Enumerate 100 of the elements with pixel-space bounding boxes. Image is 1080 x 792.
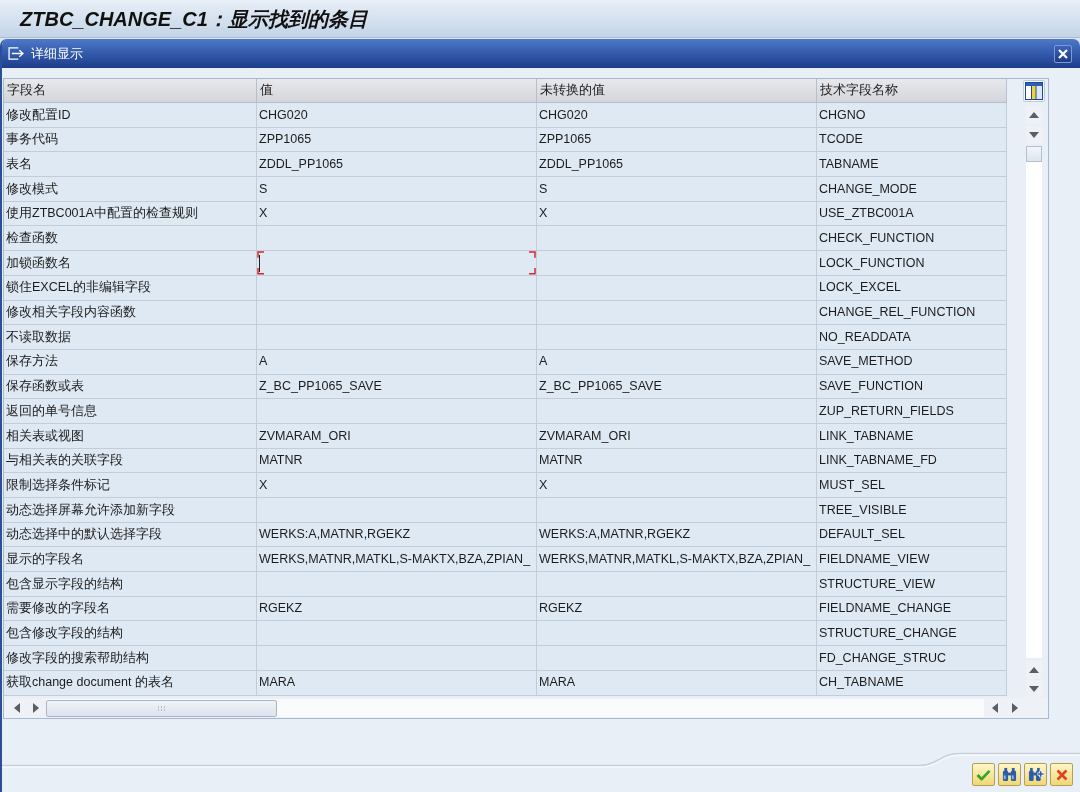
- table-cell: X: [537, 473, 817, 498]
- table-cell: TREE_VISIBLE: [817, 498, 1007, 523]
- table-cell: CHGNO: [817, 103, 1007, 128]
- table-cell: 修改字段的搜索帮助结构: [4, 646, 257, 671]
- table-cell: MUST_SEL: [817, 473, 1007, 498]
- table-cell: ZPP1065: [257, 127, 537, 153]
- column-header[interactable]: 技术字段名称: [817, 79, 1007, 103]
- table-cell: FIELDNAME_CHANGE: [817, 596, 1007, 622]
- table-cell: 限制选择条件标记: [4, 473, 257, 498]
- scrollbar-track[interactable]: [1026, 146, 1042, 658]
- table-cell: MARA: [537, 670, 817, 696]
- column-layout-button[interactable]: [1023, 80, 1045, 102]
- table-cell: NO_READDATA: [817, 325, 1007, 350]
- table-cell: ZPP1065: [537, 127, 817, 153]
- table-cell: STRUCTURE_VIEW: [817, 572, 1007, 597]
- table-cell: X: [537, 201, 817, 227]
- table-cell: DEFAULT_SEL: [817, 522, 1007, 548]
- table-cell: ZVMARAM_ORI: [257, 423, 537, 449]
- table-cell: 获取change document 的表名: [4, 670, 257, 696]
- table-cell: CHANGE_REL_FUNCTION: [817, 300, 1007, 326]
- table-cell: 相关表或视图: [4, 423, 257, 449]
- table-cell[interactable]: [257, 251, 537, 276]
- confirm-button[interactable]: [972, 763, 995, 786]
- close-button[interactable]: [1054, 44, 1072, 63]
- table-cell: MATNR: [257, 448, 537, 474]
- table-cell: ZDDL_PP1065: [537, 152, 817, 178]
- table-cell: TABNAME: [817, 152, 1007, 178]
- table-cell: 加锁函数名: [4, 251, 257, 276]
- table-cell: LINK_TABNAME_FD: [817, 448, 1007, 474]
- table-cell: SAVE_METHOD: [817, 349, 1007, 375]
- scrollbar-thumb[interactable]: [46, 699, 277, 717]
- columns-icon: [1025, 82, 1043, 100]
- table-cell: ZVMARAM_ORI: [537, 423, 817, 449]
- table-cell: 与相关表的关联字段: [4, 448, 257, 474]
- table-cell: USE_ZTBC001A: [817, 201, 1007, 227]
- table-cell: A: [257, 349, 537, 375]
- table-cell: LOCK_EXCEL: [817, 275, 1007, 301]
- column-header[interactable]: 字段名: [4, 79, 257, 103]
- scroll-down-button[interactable]: [1026, 680, 1042, 698]
- scroll-down-button[interactable]: [1026, 126, 1042, 144]
- table-cell: Z_BC_PP1065_SAVE: [537, 374, 817, 400]
- table-cell: 修改相关字段内容函数: [4, 300, 257, 326]
- find-next-button[interactable]: [1024, 763, 1047, 786]
- triangle-left-icon: [13, 703, 20, 713]
- table-cell: 事务代码: [4, 127, 257, 153]
- text-cursor: [259, 255, 260, 273]
- table-cell: MARA: [257, 670, 537, 696]
- table-cell: CHANGE_MODE: [817, 177, 1007, 202]
- table-cell: 修改模式: [4, 177, 257, 202]
- close-icon: [1055, 768, 1068, 781]
- check-icon: [976, 768, 991, 781]
- column-header[interactable]: 未转换的值: [537, 79, 817, 103]
- scrollbar-thumb[interactable]: [1026, 146, 1042, 162]
- table-cell: WERKS,MATNR,MATKL,S-MAKTX,BZA,ZPIAN_: [537, 547, 817, 573]
- table-cell: TCODE: [817, 127, 1007, 153]
- find-button[interactable]: [998, 763, 1021, 786]
- triangle-left-icon: [991, 703, 998, 713]
- triangle-down-icon: [1029, 686, 1039, 692]
- table-cell: STRUCTURE_CHANGE: [817, 621, 1007, 647]
- table-cell: FD_CHANGE_STRUC: [817, 646, 1007, 671]
- table-cell: 包含修改字段的结构: [4, 621, 257, 647]
- table-cell: ZDDL_PP1065: [257, 152, 537, 178]
- table-cell: Z_BC_PP1065_SAVE: [257, 374, 537, 400]
- cancel-button[interactable]: [1050, 763, 1073, 786]
- table-cell: 显示的字段名: [4, 547, 257, 573]
- scroll-up-button[interactable]: [1026, 106, 1042, 124]
- table-cell: WERKS:A,MATNR,RGEKZ: [537, 522, 817, 548]
- table-cell: 修改配置ID: [4, 103, 257, 128]
- table-cell: 保存方法: [4, 349, 257, 375]
- table-cell: CH_TABNAME: [817, 670, 1007, 696]
- column-header[interactable]: 值: [257, 79, 537, 103]
- table-cell: 动态选择屏幕允许添加新字段: [4, 498, 257, 523]
- window-title: ZTBC_CHANGE_C1：显示找到的条目: [20, 8, 368, 29]
- triangle-right-icon: [1011, 703, 1018, 713]
- table-cell: LINK_TABNAME: [817, 423, 1007, 449]
- table-cell: X: [257, 473, 537, 498]
- table-cell: 不读取数据: [4, 325, 257, 350]
- table-cell: 使用ZTBC001A中配置的检查规则: [4, 201, 257, 227]
- table-cell: X: [257, 201, 537, 227]
- table-cell: RGEKZ: [257, 596, 537, 622]
- table-cell: 保存函数或表: [4, 374, 257, 400]
- triangle-right-icon: [32, 703, 39, 713]
- table-cell: S: [537, 177, 817, 202]
- dialog-title: 详细显示: [31, 44, 83, 63]
- triangle-down-icon: [1029, 132, 1039, 138]
- close-icon: [1058, 48, 1068, 59]
- table-cell: RGEKZ: [537, 596, 817, 622]
- table-cell: CHECK_FUNCTION: [817, 226, 1007, 252]
- triangle-up-icon: [1029, 112, 1039, 118]
- table-cell: 需要修改的字段名: [4, 596, 257, 622]
- table-cell: CHG020: [257, 103, 537, 128]
- scroll-up-button[interactable]: [1026, 661, 1042, 679]
- box-arrow-icon: [8, 47, 25, 60]
- table-cell: 表名: [4, 152, 257, 178]
- table-cell: 检查函数: [4, 226, 257, 252]
- table-cell: FIELDNAME_VIEW: [817, 547, 1007, 573]
- table-cell: SAVE_FUNCTION: [817, 374, 1007, 400]
- table-cell: WERKS,MATNR,MATKL,S-MAKTX,BZA,ZPIAN_: [257, 547, 537, 573]
- table-cell: LOCK_FUNCTION: [817, 251, 1007, 276]
- table-cell: MATNR: [537, 448, 817, 474]
